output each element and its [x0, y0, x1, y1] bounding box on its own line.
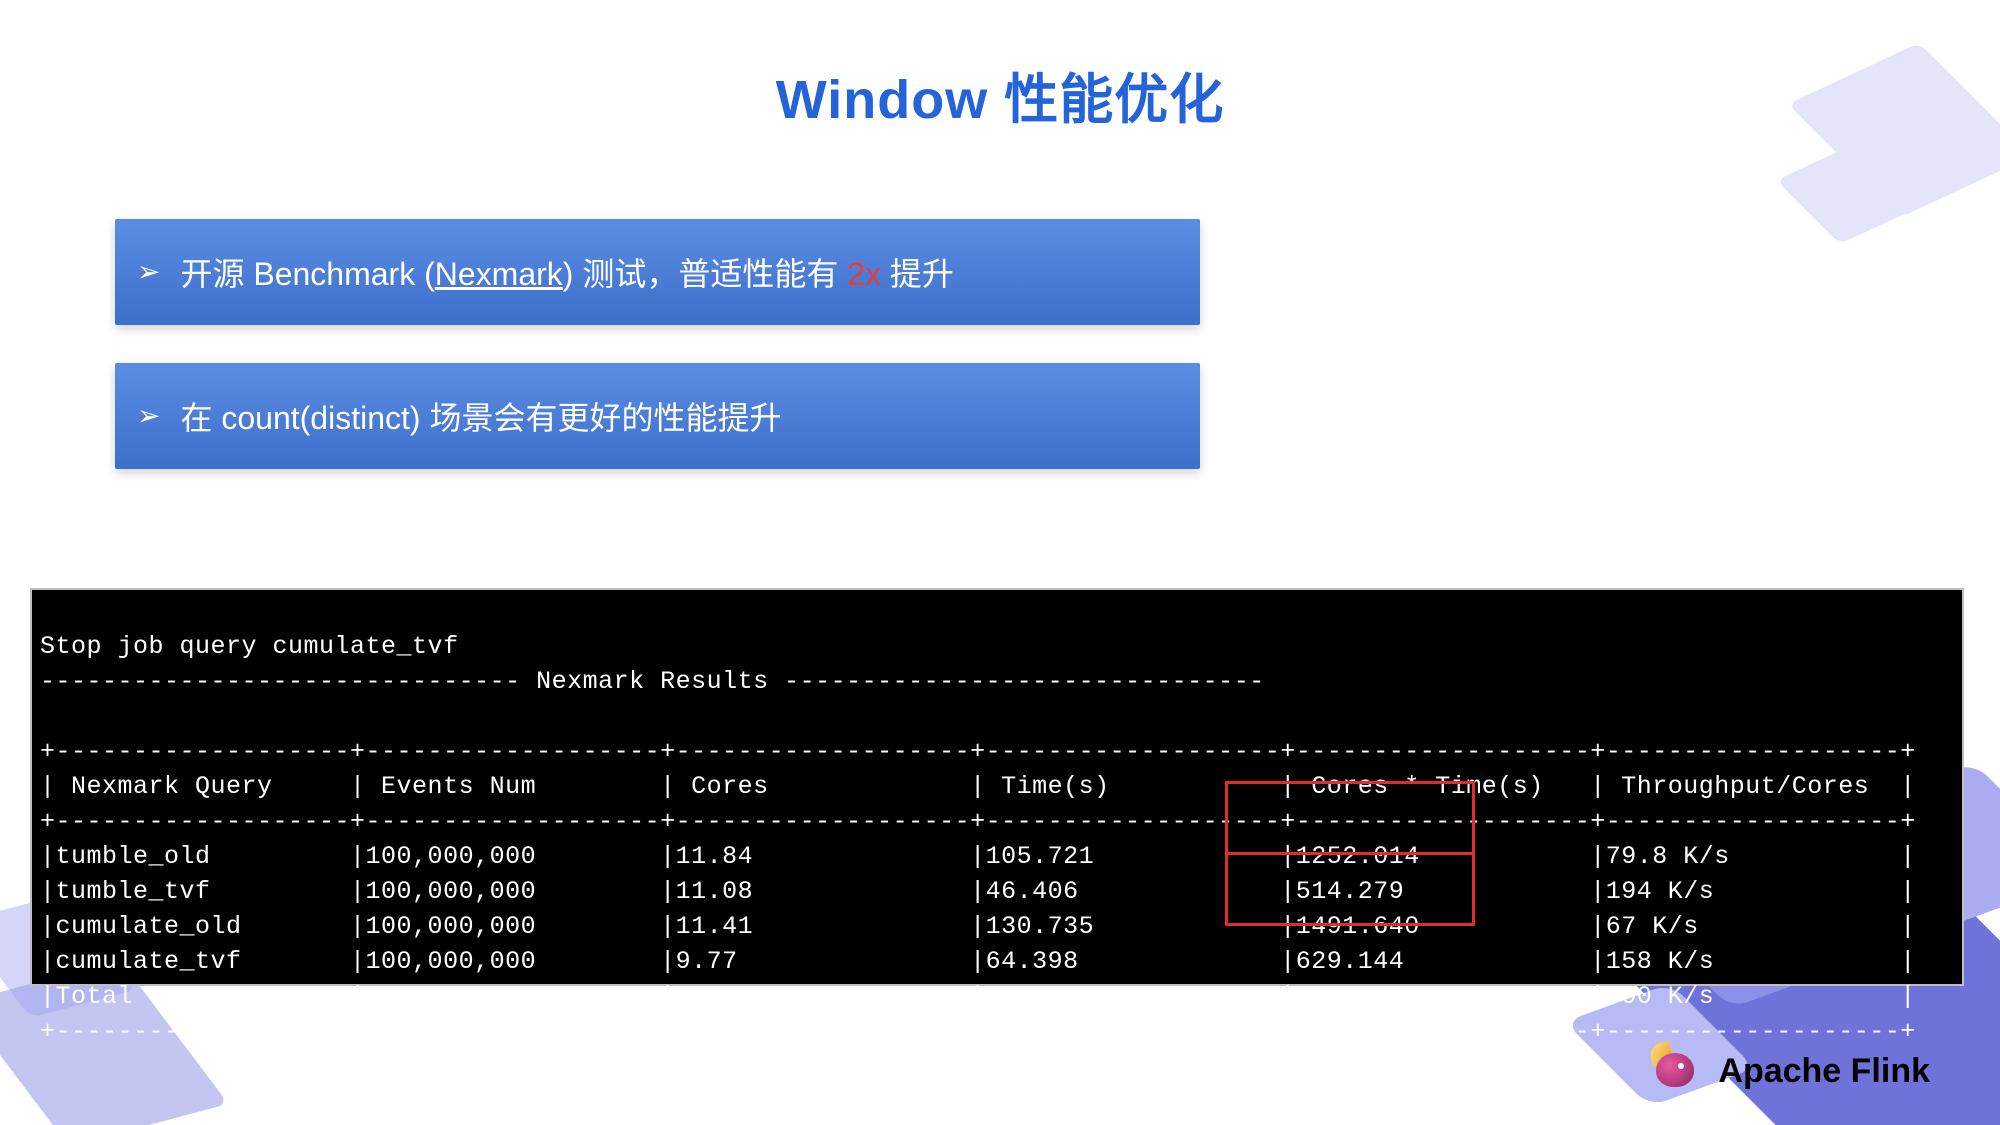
terminal-table-row: |tumble_tvf |100,000,000 |11.08 |46.406 … [40, 877, 1916, 906]
highlight-2x: 2x [847, 256, 881, 292]
bullet-benchmark: ➢ 开源 Benchmark (Nexmark) 测试，普适性能有 2x 提升 [115, 219, 1200, 325]
bullet-list: ➢ 开源 Benchmark (Nexmark) 测试，普适性能有 2x 提升 … [115, 219, 1200, 469]
chevron-right-icon: ➢ [137, 258, 160, 286]
bullet-text: 在 count(distinct) 场景会有更好的性能提升 [180, 393, 781, 439]
bullet-text-segment: 提升 [881, 256, 954, 292]
chevron-right-icon: ➢ [137, 402, 160, 430]
terminal-line: ------------------------------- Nexmark … [40, 667, 1265, 696]
terminal-table-rule: +-------------------+-------------------… [40, 1017, 1916, 1046]
terminal-table-rule: +-------------------+-------------------… [40, 737, 1916, 766]
bullet-text-segment: 开源 Benchmark ( [180, 256, 434, 292]
terminal-line: Stop job query cumulate_tvf [40, 632, 459, 661]
brand-footer: Apache Flink [1650, 1045, 1930, 1097]
flink-squirrel-icon [1650, 1045, 1702, 1097]
terminal-table-row: |Total |400,000,000 |44.104 |347.260 |38… [40, 982, 1916, 1011]
terminal-output: Stop job query cumulate_tvf ------------… [30, 588, 1964, 986]
bullet-text: 开源 Benchmark (Nexmark) 测试，普适性能有 2x 提升 [180, 249, 953, 295]
terminal-table-row: |cumulate_tvf |100,000,000 |9.77 |64.398… [40, 947, 1916, 976]
terminal-table-header: | Nexmark Query | Events Num | Cores | T… [40, 772, 1916, 801]
bullet-text-segment: ) 测试，普适性能有 [563, 256, 847, 292]
nexmark-link[interactable]: Nexmark [435, 256, 563, 292]
slide-title: Window 性能优化 [0, 0, 2000, 134]
terminal-table-row: |cumulate_old |100,000,000 |11.41 |130.7… [40, 912, 1916, 941]
terminal-table-rule: +-------------------+-------------------… [40, 807, 1916, 836]
bullet-count-distinct: ➢ 在 count(distinct) 场景会有更好的性能提升 [115, 363, 1200, 469]
brand-label: Apache Flink [1718, 1052, 1930, 1091]
terminal-table-row: |tumble_old |100,000,000 |11.84 |105.721… [40, 842, 1916, 871]
